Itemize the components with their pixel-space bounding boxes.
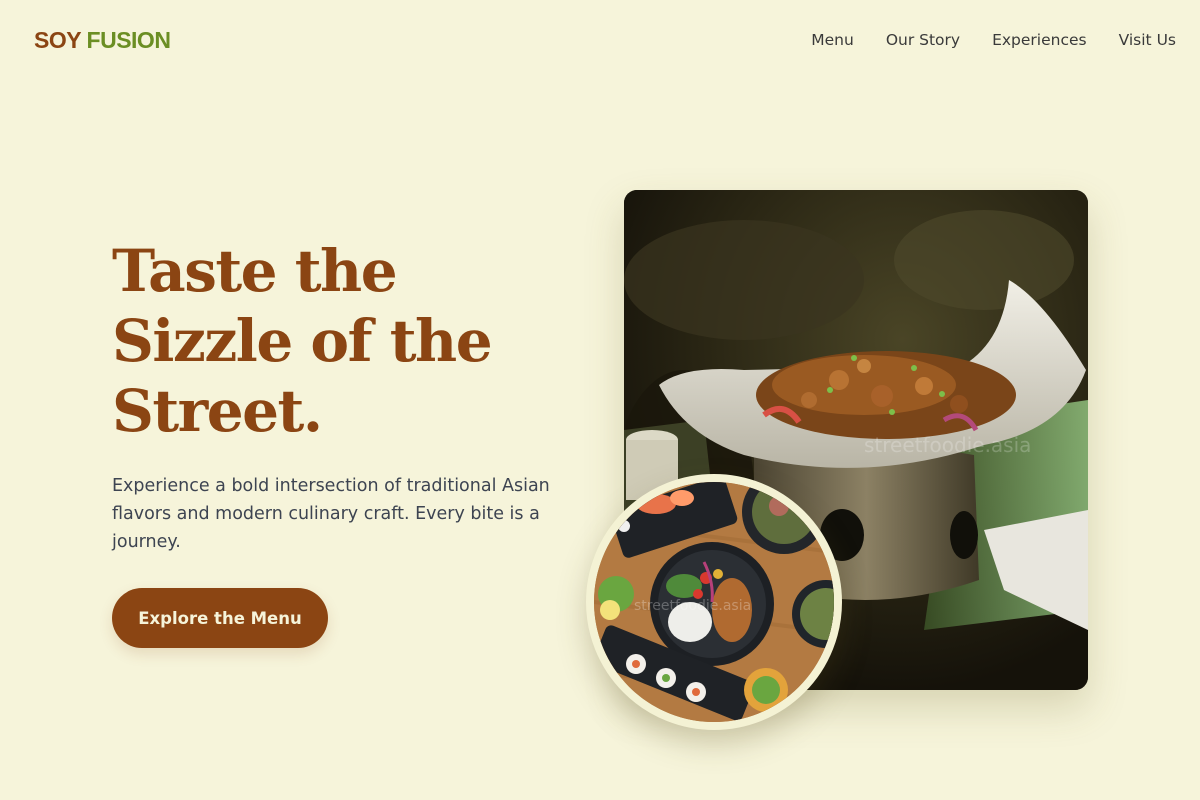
circle-photo-watermark: streetfoodie.asia — [634, 598, 751, 614]
food-platter-illustration: streetfoodie.asia — [594, 482, 834, 722]
hero-title: Taste the Sizzle of the Street. — [112, 237, 493, 445]
food-platter-photo: streetfoodie.asia — [586, 474, 842, 730]
logo[interactable]: SOY FUSION — [34, 25, 171, 55]
nav-link-our-story[interactable]: Our Story — [886, 28, 960, 52]
explore-menu-button[interactable]: Explore the Menu — [112, 588, 328, 648]
nav-link-menu[interactable]: Menu — [811, 28, 854, 52]
logo-soy: SOY — [34, 27, 81, 53]
main-nav: Menu Our Story Experiences Visit Us — [811, 28, 1176, 52]
logo-fusion: FUSION — [86, 27, 171, 53]
nav-link-experiences[interactable]: Experiences — [992, 28, 1087, 52]
main-photo-watermark: streetfoodie.asia — [864, 433, 1031, 457]
nav-link-visit-us[interactable]: Visit Us — [1119, 28, 1176, 52]
hero-description: Experience a bold intersection of tradit… — [112, 476, 550, 552]
site-header: SOY FUSION Menu Our Story Experiences Vi… — [0, 0, 1200, 80]
